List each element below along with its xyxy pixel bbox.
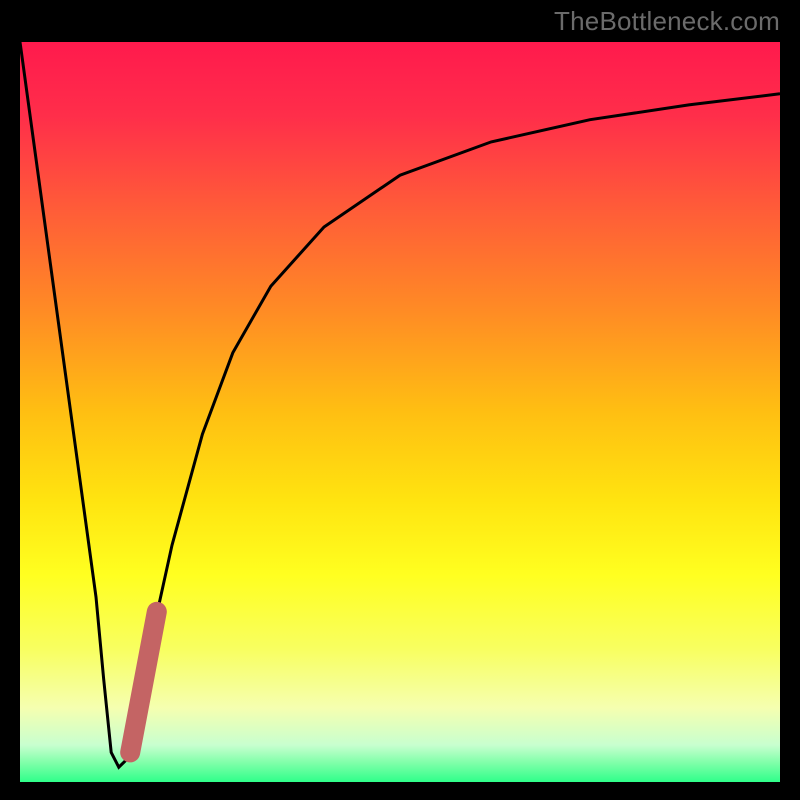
bottleneck-chart xyxy=(20,42,780,782)
watermark-text: TheBottleneck.com xyxy=(554,6,780,37)
chart-frame: TheBottleneck.com xyxy=(0,0,800,800)
plot-area xyxy=(20,42,780,782)
gradient-background xyxy=(20,42,780,782)
